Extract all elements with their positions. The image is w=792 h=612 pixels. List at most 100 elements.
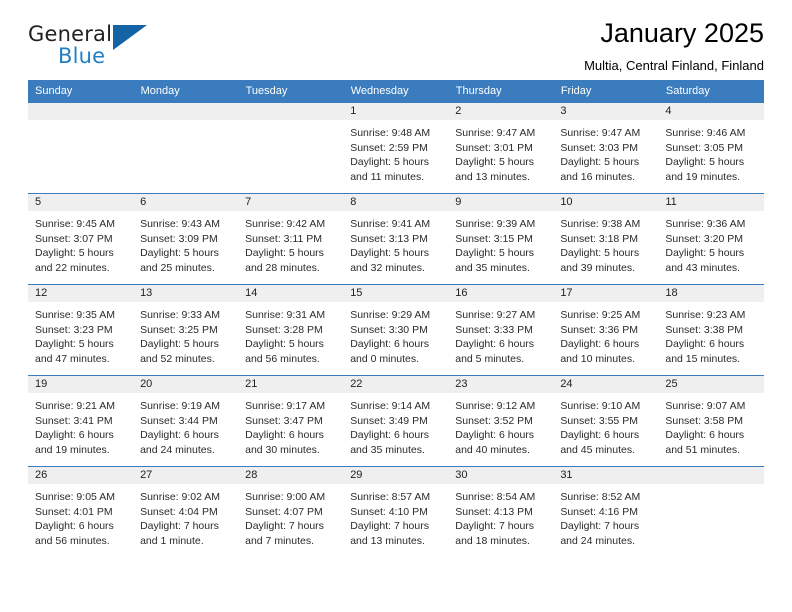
daylight-text-line1: Daylight: 7 hours: [455, 520, 535, 533]
calendar-day-cell[interactable]: 24 Sunrise: 9:10 AM Sunset: 3:55 PM Dayligh…: [553, 375, 659, 467]
sunrise-text: Sunrise: 9:29 AM: [350, 309, 431, 321]
calendar-day-cell[interactable]: 27 Sunrise: 9:02 AM Sunset: 4:04 PM Dayligh…: [133, 466, 239, 557]
calendar-day-cell[interactable]: 29 Sunrise: 8:57 AM Sunset: 4:10 PM Dayligh…: [343, 466, 449, 557]
sunrise-text: Sunrise: 9:23 AM: [665, 309, 746, 321]
daylight-text-line2: and 16 minutes.: [560, 170, 636, 183]
calendar-day-cell[interactable]: 30 Sunrise: 8:54 AM Sunset: 4:13 PM Dayligh…: [448, 466, 554, 557]
daylight-text-line2: and 10 minutes.: [560, 352, 636, 365]
daylight-text-line1: Daylight: 5 hours: [560, 156, 640, 169]
daylight-text-line1: Daylight: 5 hours: [350, 156, 429, 169]
day-details: Sunrise: 9:33 AM Sunset: 3:25 PM Daylight:…: [133, 302, 238, 366]
calendar-day-cell[interactable]: 28 Sunrise: 9:00 AM Sunset: 4:07 PM Dayligh…: [238, 466, 344, 557]
daylight-text-line1: Daylight: 6 hours: [665, 338, 745, 351]
daylight-text-line1: Daylight: 5 hours: [560, 247, 640, 260]
daylight-text-line1: Daylight: 5 hours: [350, 247, 429, 260]
daylight-text-line1: Daylight: 5 hours: [665, 247, 745, 260]
calendar-day-cell[interactable]: 4 Sunrise: 9:46 AM Sunset: 3:05 PM Daylight…: [658, 102, 764, 194]
sunset-text: Sunset: 3:33 PM: [455, 323, 533, 336]
calendar-day-cell[interactable]: 19 Sunrise: 9:21 AM Sunset: 3:41 PM Dayligh…: [28, 375, 134, 467]
day-number: 13: [133, 285, 239, 302]
daylight-text-line2: and 32 minutes.: [350, 261, 425, 274]
sunrise-text: Sunrise: 9:45 AM: [35, 218, 115, 230]
calendar-day-cell[interactable]: 23 Sunrise: 9:12 AM Sunset: 3:52 PM Dayligh…: [448, 375, 554, 467]
calendar-day-cell[interactable]: 2 Sunrise: 9:47 AM Sunset: 3:01 PM Daylight…: [448, 102, 554, 194]
page-subtitle: Multia, Central Finland, Finland: [584, 58, 764, 74]
day-number: 22: [343, 376, 449, 393]
daylight-text-line2: and 13 minutes.: [455, 170, 530, 183]
daylight-text-line1: Daylight: 7 hours: [350, 520, 429, 533]
day-number: 16: [448, 285, 554, 302]
weekday-header-tuesday: Tuesday: [238, 80, 344, 103]
calendar-day-cell[interactable]: 26 Sunrise: 9:05 AM Sunset: 4:01 PM Dayligh…: [28, 466, 134, 557]
calendar-day-cell[interactable]: 13 Sunrise: 9:33 AM Sunset: 3:25 PM Dayligh…: [133, 284, 239, 376]
general-blue-logo[interactable]: General Blue: [28, 22, 158, 74]
calendar-day-cell[interactable]: 21 Sunrise: 9:17 AM Sunset: 3:47 PM Dayligh…: [238, 375, 344, 467]
calendar-day-cell[interactable]: 18 Sunrise: 9:23 AM Sunset: 3:38 PM Dayligh…: [658, 284, 764, 376]
calendar-day-cell[interactable]: 16 Sunrise: 9:27 AM Sunset: 3:33 PM Dayligh…: [448, 284, 554, 376]
sunset-text: Sunset: 3:13 PM: [350, 232, 428, 245]
sunset-text: Sunset: 3:44 PM: [140, 414, 218, 427]
sunrise-text: Sunrise: 9:47 AM: [560, 127, 641, 139]
day-details: Sunrise: 8:57 AM Sunset: 4:10 PM Daylight:…: [343, 484, 448, 548]
sunrise-text: Sunrise: 9:33 AM: [140, 309, 221, 321]
sunset-text: Sunset: 3:07 PM: [35, 232, 113, 245]
calendar-day-cell[interactable]: 10 Sunrise: 9:38 AM Sunset: 3:18 PM Dayligh…: [553, 193, 659, 285]
sunset-text: Sunset: 3:09 PM: [140, 232, 218, 245]
day-number: 23: [448, 376, 554, 393]
calendar-day-cell[interactable]: 11 Sunrise: 9:36 AM Sunset: 3:20 PM Dayligh…: [658, 193, 764, 285]
daylight-text-line2: and 45 minutes.: [560, 443, 636, 456]
day-number: 29: [343, 467, 449, 484]
sunrise-text: Sunrise: 9:19 AM: [140, 400, 221, 412]
calendar-week-row: 19 Sunrise: 9:21 AM Sunset: 3:41 PM Dayligh…: [28, 375, 764, 467]
daylight-text-line2: and 39 minutes.: [560, 261, 636, 274]
sunset-text: Sunset: 3:05 PM: [665, 141, 744, 154]
daylight-text-line1: Daylight: 5 hours: [140, 338, 219, 351]
daylight-text-line2: and 47 minutes.: [35, 352, 110, 365]
day-details: Sunrise: 8:52 AM Sunset: 4:16 PM Daylight:…: [553, 484, 658, 548]
sunrise-text: Sunrise: 8:52 AM: [560, 491, 641, 503]
daylight-text-line2: and 15 minutes.: [665, 352, 741, 365]
calendar-day-cell[interactable]: 12 Sunrise: 9:35 AM Sunset: 3:23 PM Dayligh…: [28, 284, 134, 376]
sunset-text: Sunset: 4:01 PM: [35, 505, 113, 518]
calendar-day-cell[interactable]: 3 Sunrise: 9:47 AM Sunset: 3:03 PM Daylight…: [553, 102, 659, 194]
calendar-day-cell[interactable]: 7 Sunrise: 9:42 AM Sunset: 3:11 PM Daylight…: [238, 193, 344, 285]
day-details: Sunrise: 9:41 AM Sunset: 3:13 PM Daylight:…: [343, 211, 448, 275]
daylight-text-line1: Daylight: 7 hours: [245, 520, 324, 533]
day-number: [658, 467, 764, 484]
calendar-day-cell-empty: [238, 102, 344, 194]
calendar-day-cell[interactable]: 14 Sunrise: 9:31 AM Sunset: 3:28 PM Dayligh…: [238, 284, 344, 376]
calendar-day-cell[interactable]: 6 Sunrise: 9:43 AM Sunset: 3:09 PM Daylight…: [133, 193, 239, 285]
calendar-grid: Sunday Monday Tuesday Wednesday Thursday…: [28, 80, 765, 557]
calendar-day-cell[interactable]: 9 Sunrise: 9:39 AM Sunset: 3:15 PM Daylight…: [448, 193, 554, 285]
sunset-text: Sunset: 3:23 PM: [35, 323, 113, 336]
sunset-text: Sunset: 3:38 PM: [665, 323, 744, 336]
calendar-day-cell[interactable]: 31 Sunrise: 8:52 AM Sunset: 4:16 PM Dayligh…: [553, 466, 659, 557]
calendar-day-cell[interactable]: 17 Sunrise: 9:25 AM Sunset: 3:36 PM Dayligh…: [553, 284, 659, 376]
day-details: Sunrise: 9:29 AM Sunset: 3:30 PM Daylight:…: [343, 302, 448, 366]
calendar-day-cell[interactable]: 1 Sunrise: 9:48 AM Sunset: 2:59 PM Daylight…: [343, 102, 449, 194]
calendar-day-cell[interactable]: 20 Sunrise: 9:19 AM Sunset: 3:44 PM Dayligh…: [133, 375, 239, 467]
daylight-text-line2: and 35 minutes.: [350, 443, 425, 456]
sunrise-text: Sunrise: 9:21 AM: [35, 400, 115, 412]
sunrise-text: Sunrise: 9:36 AM: [665, 218, 746, 230]
day-details: Sunrise: 9:02 AM Sunset: 4:04 PM Daylight:…: [133, 484, 238, 548]
sunset-text: Sunset: 3:58 PM: [665, 414, 744, 427]
sunset-text: Sunset: 3:11 PM: [245, 232, 322, 245]
calendar-day-cell[interactable]: 25 Sunrise: 9:07 AM Sunset: 3:58 PM Dayligh…: [658, 375, 764, 467]
calendar-day-cell[interactable]: 15 Sunrise: 9:29 AM Sunset: 3:30 PM Dayligh…: [343, 284, 449, 376]
day-number: 12: [28, 285, 134, 302]
daylight-text-line2: and 28 minutes.: [245, 261, 320, 274]
day-details: Sunrise: 9:31 AM Sunset: 3:28 PM Daylight:…: [238, 302, 343, 366]
day-number: 4: [658, 103, 764, 120]
daylight-text-line1: Daylight: 6 hours: [35, 520, 114, 533]
day-number: 19: [28, 376, 134, 393]
calendar-week-row: 5 Sunrise: 9:45 AM Sunset: 3:07 PM Daylight…: [28, 193, 764, 285]
calendar-day-cell[interactable]: 8 Sunrise: 9:41 AM Sunset: 3:13 PM Daylight…: [343, 193, 449, 285]
day-details: Sunrise: 9:48 AM Sunset: 2:59 PM Daylight:…: [343, 120, 448, 184]
day-number: 3: [553, 103, 659, 120]
calendar-day-cell[interactable]: 22 Sunrise: 9:14 AM Sunset: 3:49 PM Dayligh…: [343, 375, 449, 467]
day-details: Sunrise: 9:19 AM Sunset: 3:44 PM Daylight:…: [133, 393, 238, 457]
day-number: 20: [133, 376, 239, 393]
day-number: 17: [553, 285, 659, 302]
calendar-day-cell[interactable]: 5 Sunrise: 9:45 AM Sunset: 3:07 PM Daylight…: [28, 193, 134, 285]
